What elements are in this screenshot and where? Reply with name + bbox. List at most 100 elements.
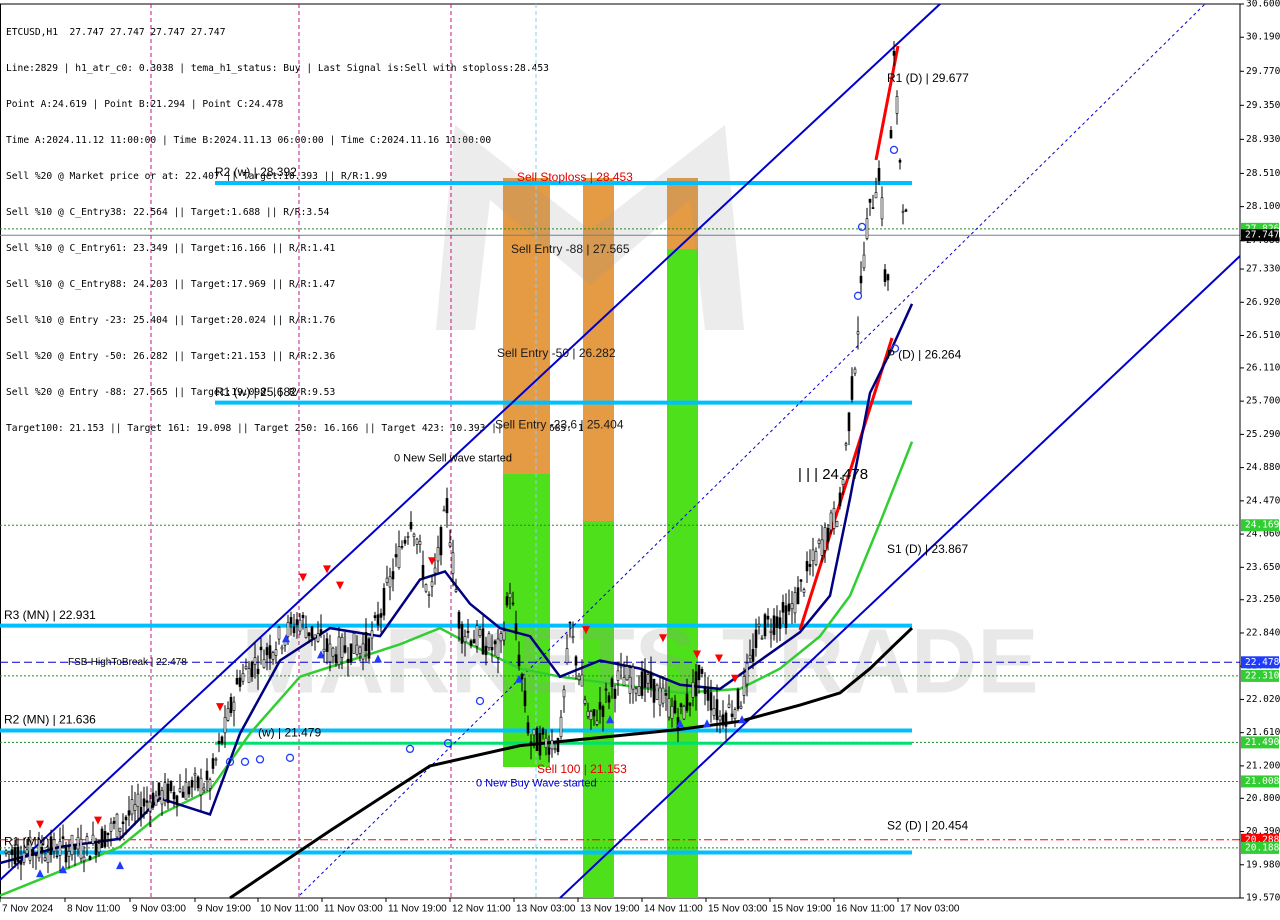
sell-zone-label: Sell Entry -50 | 26.282 bbox=[497, 346, 616, 360]
point-c-label: | | | 24.478 bbox=[798, 466, 868, 483]
candle-body bbox=[73, 845, 77, 850]
pivot-level-label: R2 (w) | 28.392 bbox=[215, 165, 297, 179]
candle-body bbox=[847, 412, 851, 432]
y-tick-label: 19.570 bbox=[1246, 893, 1280, 904]
x-tick-label: 17 Nov 03:00 bbox=[900, 904, 960, 915]
candle-body bbox=[622, 677, 626, 686]
red-trend-line bbox=[874, 45, 900, 161]
pivot-level-label: R1 (MN) bbox=[4, 835, 49, 849]
candle-body bbox=[523, 690, 527, 707]
x-tick-label: 14 Nov 11:00 bbox=[644, 904, 703, 915]
sell-arrow-icon bbox=[336, 581, 344, 590]
candle-body bbox=[193, 773, 197, 776]
candle-body bbox=[379, 613, 383, 618]
candle-body bbox=[406, 536, 410, 538]
candle-body bbox=[502, 630, 506, 641]
x-tick-label: 9 Nov 03:00 bbox=[132, 904, 186, 915]
signal-circle-icon bbox=[889, 145, 899, 155]
candle-body bbox=[493, 640, 497, 645]
candle-body bbox=[487, 633, 491, 648]
candle-body bbox=[886, 274, 890, 281]
candle-body bbox=[217, 740, 221, 744]
candle-body bbox=[556, 737, 560, 753]
candle-body bbox=[862, 254, 866, 269]
price-chart[interactable]: MARKETS TRADE R2 (w) | 28.392R1 (w) | 25… bbox=[0, 0, 1280, 920]
candle-body bbox=[121, 821, 125, 825]
candle-body bbox=[619, 665, 623, 668]
candle-body bbox=[52, 839, 56, 852]
candle-body bbox=[709, 692, 713, 711]
buy-arrow-icon bbox=[36, 869, 44, 878]
candle-body bbox=[31, 849, 35, 856]
candle-body bbox=[394, 554, 398, 558]
candle-body bbox=[70, 834, 74, 856]
candle-body bbox=[313, 634, 317, 639]
candle-body bbox=[772, 615, 776, 635]
candle-body bbox=[106, 832, 110, 836]
candle-body bbox=[769, 630, 773, 633]
candle-body bbox=[808, 563, 812, 567]
candle-body bbox=[613, 688, 617, 699]
candle-body bbox=[781, 602, 785, 613]
candle-body bbox=[409, 521, 413, 530]
candle-body bbox=[190, 780, 194, 788]
pivot-level-label: (w) | 21.479 bbox=[258, 725, 321, 739]
sell-zone-green bbox=[667, 249, 698, 898]
candle-body bbox=[343, 645, 347, 653]
candle-body bbox=[307, 632, 311, 637]
x-tick-label: 11 Nov 03:00 bbox=[324, 904, 383, 915]
candle-body bbox=[691, 681, 695, 698]
x-tick-label: 15 Nov 19:00 bbox=[772, 904, 832, 915]
candle-body bbox=[316, 633, 320, 642]
signal-circle-icon bbox=[853, 291, 863, 300]
candle-body bbox=[787, 603, 791, 612]
candle-body bbox=[397, 546, 401, 568]
candle-body bbox=[232, 701, 236, 711]
sell-zone-label: Sell Entry -88 | 27.565 bbox=[511, 242, 630, 256]
candle-body bbox=[610, 678, 614, 688]
candle-body bbox=[601, 705, 605, 717]
buy-arrow-icon bbox=[116, 861, 124, 870]
x-tick-label: 16 Nov 11:00 bbox=[836, 904, 895, 915]
y-tick-label: 29.350 bbox=[1246, 100, 1280, 111]
candle-body bbox=[130, 799, 134, 815]
y-tick-label: 30.190 bbox=[1246, 32, 1280, 43]
candle-body bbox=[736, 688, 740, 710]
candle-body bbox=[220, 736, 224, 744]
price-tag-label: 22.478 bbox=[1245, 657, 1280, 668]
candle-body bbox=[145, 800, 149, 803]
candle-body bbox=[142, 798, 146, 807]
candle-body bbox=[271, 652, 275, 660]
candle-body bbox=[829, 512, 833, 531]
candle-body bbox=[562, 689, 566, 698]
candle-body bbox=[871, 207, 875, 209]
candle-body bbox=[739, 705, 743, 709]
candle-body bbox=[865, 218, 869, 239]
candle-body bbox=[265, 647, 269, 656]
candle-body bbox=[304, 627, 308, 638]
candle-body bbox=[154, 795, 158, 806]
candle-body bbox=[22, 852, 26, 863]
candle-body bbox=[196, 776, 200, 789]
candle-body bbox=[727, 703, 731, 708]
candle-body bbox=[721, 714, 725, 726]
candle-body bbox=[730, 713, 734, 717]
pivot-level-label: R1 (w) | 25.682 bbox=[215, 385, 297, 399]
signal-circle-icon bbox=[857, 222, 867, 232]
y-tick-label: 25.290 bbox=[1246, 429, 1280, 440]
candle-body bbox=[565, 648, 569, 663]
candle-body bbox=[868, 198, 872, 203]
y-tick-label: 26.510 bbox=[1246, 330, 1280, 341]
candle-body bbox=[448, 542, 452, 547]
pivot-level-label: R2 (MN) | 21.636 bbox=[4, 713, 96, 727]
candle-body bbox=[679, 703, 683, 708]
candle-body bbox=[100, 828, 104, 848]
candle-body bbox=[223, 717, 227, 734]
candle-body bbox=[700, 668, 704, 674]
x-tick-label: 8 Nov 11:00 bbox=[67, 904, 121, 915]
candle-body bbox=[661, 687, 665, 704]
candle-body bbox=[208, 779, 212, 789]
candle-body bbox=[337, 636, 341, 666]
candle-body bbox=[631, 666, 635, 690]
candle-body bbox=[532, 728, 536, 736]
